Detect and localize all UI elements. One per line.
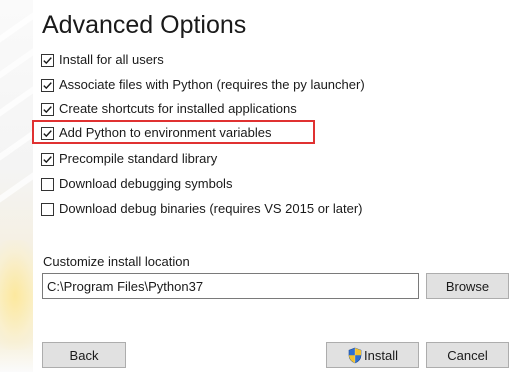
option-label: Download debug binaries (requires VS 201…	[59, 201, 363, 216]
option-label: Precompile standard library	[59, 151, 218, 166]
option-add-to-path[interactable]: Add Python to environment variables	[41, 123, 271, 143]
side-banner	[0, 0, 33, 372]
checkbox[interactable]	[41, 177, 54, 191]
checkbox[interactable]	[41, 152, 54, 166]
option-label: Install for all users	[59, 52, 164, 67]
install-button[interactable]: Install	[326, 342, 419, 368]
checkbox[interactable]	[41, 126, 54, 140]
check-icon	[43, 56, 52, 64]
checkbox[interactable]	[41, 53, 54, 67]
check-icon	[43, 105, 52, 113]
page-title: Advanced Options	[42, 11, 247, 39]
checkbox[interactable]	[41, 78, 54, 92]
option-label: Add Python to environment variables	[59, 125, 272, 140]
option-precompile-stdlib[interactable]: Precompile standard library	[41, 149, 217, 169]
browse-button[interactable]: Browse	[426, 273, 509, 299]
checkbox[interactable]	[41, 202, 54, 216]
back-button[interactable]: Back	[42, 342, 126, 368]
option-create-shortcuts[interactable]: Create shortcuts for installed applicati…	[41, 99, 297, 119]
option-debug-binaries[interactable]: Download debug binaries (requires VS 201…	[41, 199, 363, 219]
installer-window: Advanced Options Install for all users A…	[0, 0, 520, 372]
install-location-label: Customize install location	[43, 254, 190, 269]
option-debug-symbols[interactable]: Download debugging symbols	[41, 174, 232, 194]
option-label: Create shortcuts for installed applicati…	[59, 101, 297, 116]
option-associate-files[interactable]: Associate files with Python (requires th…	[41, 75, 365, 95]
check-icon	[43, 129, 52, 137]
checkbox[interactable]	[41, 102, 54, 116]
install-button-label: Install	[364, 347, 398, 363]
shield-icon	[348, 347, 362, 363]
cancel-button[interactable]: Cancel	[426, 342, 509, 368]
check-icon	[43, 81, 52, 89]
option-label: Download debugging symbols	[59, 176, 233, 191]
install-location-input[interactable]	[42, 273, 419, 299]
option-install-all-users[interactable]: Install for all users	[41, 50, 164, 70]
option-label: Associate files with Python (requires th…	[59, 77, 365, 92]
check-icon	[43, 155, 52, 163]
